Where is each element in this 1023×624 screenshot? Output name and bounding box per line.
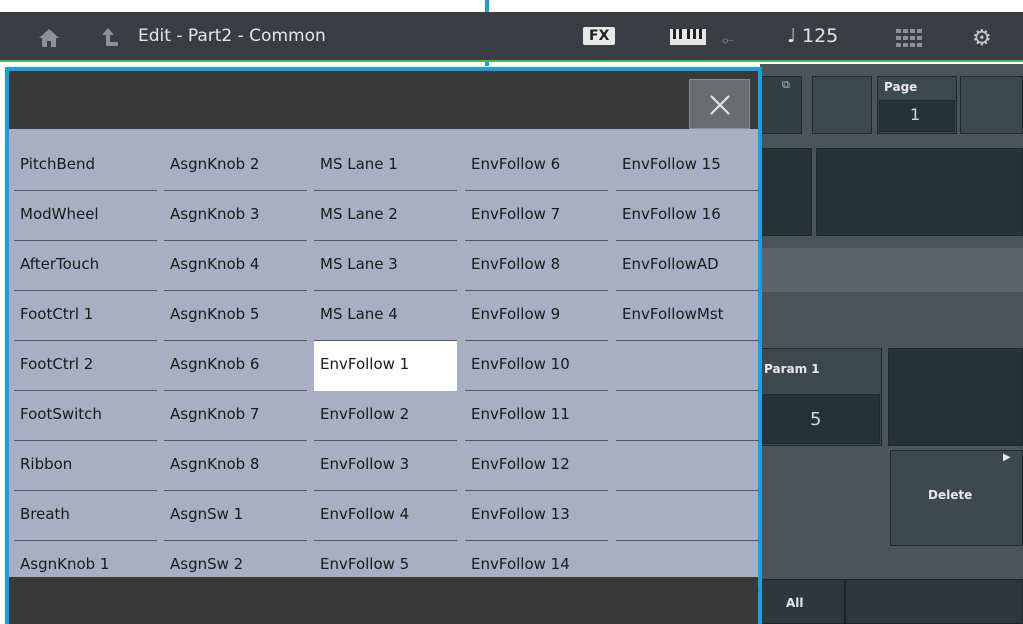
source-item[interactable]: Ribbon <box>14 441 157 491</box>
close-icon <box>710 95 730 115</box>
source-item[interactable]: ModWheel <box>14 191 157 241</box>
source-item[interactable]: FootCtrl 1 <box>14 291 157 341</box>
source-item[interactable]: FootCtrl 2 <box>14 341 157 391</box>
popup-footer <box>9 577 758 624</box>
source-item[interactable]: AsgnKnob 4 <box>164 241 307 291</box>
bg-cell <box>816 148 1023 236</box>
up-arrow-icon[interactable] <box>100 26 120 48</box>
param-value: 5 <box>810 409 822 430</box>
tab-all[interactable]: All <box>786 596 804 610</box>
source-item[interactable]: AsgnKnob 3 <box>164 191 307 241</box>
popup-header <box>9 71 758 129</box>
source-item[interactable]: EnvFollowAD <box>616 241 759 291</box>
source-item[interactable]: AsgnSw 1 <box>164 491 307 541</box>
source-item[interactable]: EnvFollow 15 <box>616 141 759 191</box>
source-item[interactable]: MS Lane 3 <box>314 241 457 291</box>
bg-cell <box>760 148 812 236</box>
source-item[interactable]: MS Lane 4 <box>314 291 457 341</box>
tempo-display[interactable]: ♩ 125 <box>787 25 838 47</box>
source-item[interactable]: EnvFollow 4 <box>314 491 457 541</box>
bg-cell <box>960 76 1023 134</box>
source-item[interactable]: EnvFollow 6 <box>465 141 608 191</box>
home-icon[interactable] <box>38 28 60 48</box>
source-item[interactable]: PitchBend <box>14 141 157 191</box>
source-item[interactable]: MS Lane 1 <box>314 141 457 191</box>
source-item[interactable]: EnvFollow 7 <box>465 191 608 241</box>
source-item[interactable]: EnvFollow 8 <box>465 241 608 291</box>
source-item[interactable]: EnvFollow 9 <box>465 291 608 341</box>
empty-source-slot <box>616 341 759 391</box>
bg-cell <box>888 348 1023 446</box>
page-title: Edit - Part2 - Common <box>138 26 326 46</box>
source-item[interactable]: Breath <box>14 491 157 541</box>
gear-icon[interactable]: ⚙ <box>972 26 992 51</box>
source-item[interactable]: EnvFollow 10 <box>465 341 608 391</box>
source-list: PitchBend ModWheel AfterTouch FootCtrl 1 Foo… <box>9 129 759 591</box>
window-icon: ⧉ <box>782 78 790 91</box>
grid-icon[interactable] <box>896 29 922 51</box>
page-label: Page <box>884 80 918 94</box>
source-item[interactable]: EnvFollow 12 <box>465 441 608 491</box>
source-select-popup: PitchBend ModWheel AfterTouch FootCtrl 1 Foo… <box>5 67 762 624</box>
source-item[interactable]: AsgnKnob 6 <box>164 341 307 391</box>
close-button[interactable] <box>689 79 750 129</box>
source-item[interactable]: MS Lane 2 <box>314 191 457 241</box>
source-item[interactable]: AfterTouch <box>14 241 157 291</box>
source-item[interactable]: AsgnKnob 8 <box>164 441 307 491</box>
fx-indicator[interactable]: FX <box>583 27 616 45</box>
source-item[interactable]: EnvFollow 11 <box>465 391 608 441</box>
usb-icon: ⟜ <box>722 30 735 49</box>
source-item[interactable]: AsgnKnob 2 <box>164 141 307 191</box>
play-arrow-icon: ▶ <box>1003 452 1011 463</box>
page-value: 1 <box>910 105 921 124</box>
source-item[interactable]: EnvFollow 13 <box>465 491 608 541</box>
empty-source-slot <box>616 441 759 491</box>
source-item[interactable]: EnvFollow 2 <box>314 391 457 441</box>
bg-bar <box>760 248 1023 292</box>
source-item[interactable]: AsgnKnob 7 <box>164 391 307 441</box>
bg-button <box>760 76 802 134</box>
param-label: Param 1 <box>764 362 820 376</box>
source-item[interactable]: EnvFollowMst <box>616 291 759 341</box>
source-item[interactable]: AsgnKnob 5 <box>164 291 307 341</box>
tab-divider <box>844 579 846 624</box>
top-status-bar: Edit - Part2 - Common FX ⟜ ♩ 125 ⚙ <box>0 12 1023 62</box>
empty-source-slot <box>616 491 759 541</box>
source-item[interactable]: EnvFollow 1 <box>314 341 457 391</box>
delete-label: Delete <box>928 488 973 502</box>
source-item[interactable]: EnvFollow 16 <box>616 191 759 241</box>
background-panel: ⧉ Page 1 Param 1 5 Delete ▶ All <box>760 64 1023 624</box>
source-item[interactable]: FootSwitch <box>14 391 157 441</box>
keyboard-icon <box>670 29 706 49</box>
empty-source-slot <box>616 391 759 441</box>
source-item[interactable]: EnvFollow 3 <box>314 441 457 491</box>
bg-cell <box>812 76 872 134</box>
